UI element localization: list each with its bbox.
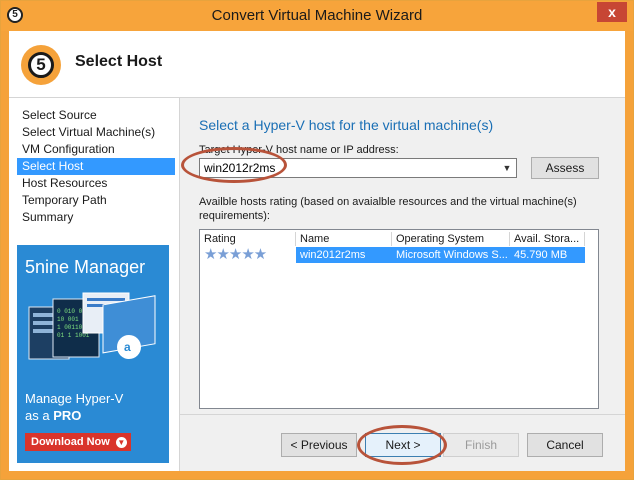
promo-line2-bold: PRO [53, 408, 82, 423]
promo-illustration: 0 010 01 10 001 1 1 00110 0 01 1 1001 a [28, 292, 156, 360]
previous-button[interactable]: < Previous [281, 433, 357, 457]
wizard-header: 5 Select Host [9, 31, 625, 98]
wizard-step-nav: Select Source Select Virtual Machine(s) … [9, 98, 180, 471]
nav-item-temporary-path[interactable]: Temporary Path [17, 192, 175, 209]
svg-text:a: a [124, 340, 131, 354]
step-number: 5 [28, 52, 54, 78]
step-badge-icon: 5 [21, 45, 61, 85]
promo-line1: Manage Hyper-V [25, 391, 124, 406]
window-title: Convert Virtual Machine Wizard [211, 7, 423, 24]
svg-text:10 001 1: 10 001 1 [57, 316, 86, 323]
column-header-storage[interactable]: Avail. Stora... [510, 232, 585, 246]
wizard-window: 5 Convert Virtual Machine Wizard x 5 Sel… [0, 0, 634, 480]
download-now-button[interactable]: Download Now ▼ [25, 433, 131, 451]
finish-button: Finish [443, 433, 519, 457]
column-header-name[interactable]: Name [296, 232, 392, 246]
annotation-ellipse-next [357, 425, 447, 465]
page-title: Select Host [75, 53, 163, 70]
title-bar[interactable]: 5 Convert Virtual Machine Wizard x [1, 1, 633, 31]
download-arrow-icon: ▼ [115, 436, 127, 448]
section-heading: Select a Hyper-V host for the virtual ma… [199, 117, 494, 133]
chevron-down-icon[interactable]: ▼ [500, 161, 514, 175]
rating-description: Availble hosts rating (based on avaialbl… [199, 196, 577, 222]
cell-name: win2012r2ms [300, 249, 366, 261]
promo-title: 5nine Manager [25, 257, 146, 277]
close-button[interactable]: x [597, 2, 627, 22]
cell-storage: 45.790 MB [514, 249, 568, 261]
wizard-client-area: 5 Select Host Select Source Select Virtu… [9, 31, 625, 471]
hosts-rating-grid[interactable]: Rating Name Operating System Avail. Stor… [199, 229, 599, 409]
promo-line2: as a PRO [25, 408, 81, 423]
promo-banner[interactable]: 5nine Manager 0 010 01 10 001 1 1 00110 … [17, 245, 169, 463]
download-now-label: Download Now [31, 436, 110, 448]
nav-item-select-vms[interactable]: Select Virtual Machine(s) [17, 124, 175, 141]
rating-stars-icon: ★★★★★ [204, 246, 267, 263]
column-header-rating[interactable]: Rating [200, 232, 296, 246]
cancel-button[interactable]: Cancel [527, 433, 603, 457]
nav-item-select-source[interactable]: Select Source [17, 107, 175, 124]
nav-item-host-resources[interactable]: Host Resources [17, 175, 175, 192]
cell-os: Microsoft Windows S... [396, 249, 508, 261]
annotation-ellipse-host [181, 147, 287, 183]
svg-text:0 010 01: 0 010 01 [57, 308, 86, 315]
promo-line2-prefix: as a [25, 408, 54, 423]
assess-button[interactable]: Assess [531, 157, 599, 179]
nav-item-summary[interactable]: Summary [17, 209, 175, 226]
column-header-os[interactable]: Operating System [392, 232, 510, 246]
footer-divider [179, 414, 625, 415]
nav-item-select-host[interactable]: Select Host [17, 158, 175, 175]
nav-item-vm-configuration[interactable]: VM Configuration [17, 141, 175, 158]
